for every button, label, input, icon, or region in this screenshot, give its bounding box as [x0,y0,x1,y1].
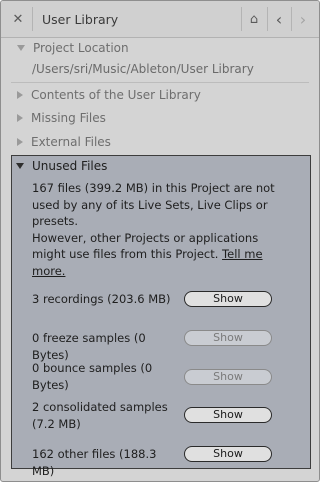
user-library-panel: ✕ User Library ⌂ ‹ › Project Location /U… [0,0,320,482]
row-label: 2 consolidated samples (7.2 MB) [32,400,168,431]
collapsed-triangle-icon [17,91,23,99]
unused-row: 0 freeze samples (0 Bytes) Show [32,330,302,362]
divider [11,82,309,83]
show-other-files-button[interactable]: Show [184,446,272,462]
row-label: 162 other files (188.3 MB) [32,447,157,478]
unused-row: 0 bounce samples (0 Bytes) Show [32,360,302,393]
row-label: 3 recordings (203.6 MB) [32,292,171,306]
unused-row: 2 consolidated samples (7.2 MB) Show [32,399,302,432]
description-text: 167 files (399.2 MB) in this Project are… [32,181,275,228]
collapsed-triangle-icon [17,114,23,122]
close-icon[interactable]: ✕ [7,9,29,29]
section-label: Project Location [33,41,129,55]
show-recordings-button[interactable]: Show [184,291,272,307]
unused-files-section: Unused Files 167 files (399.2 MB) in thi… [11,155,311,478]
header-divider [32,7,33,31]
unused-row: 3 recordings (203.6 MB) Show [32,291,302,307]
panel-header: ✕ User Library ⌂ ‹ › [1,1,319,38]
collapsed-triangle-icon [17,138,23,146]
show-bounce-button[interactable]: Show [184,369,272,385]
forward-icon[interactable]: › [292,9,314,29]
unused-row: 162 other files (188.3 MB) Show [32,446,302,478]
header-divider [241,7,242,31]
section-unused-files[interactable]: Unused Files [16,159,107,173]
unused-description: 167 files (399.2 MB) in this Project are… [32,180,282,279]
section-missing-files[interactable]: Missing Files [17,111,106,125]
project-path: /Users/sri/Music/Ableton/User Library [32,62,254,76]
section-label: Missing Files [31,111,106,125]
row-label: 0 bounce samples (0 Bytes) [32,361,153,392]
home-icon[interactable]: ⌂ [243,9,265,29]
section-label: External Files [31,135,111,149]
panel-title: User Library [42,12,119,27]
show-consolidated-button[interactable]: Show [184,407,272,423]
section-label: Unused Files [32,159,108,173]
expanded-triangle-icon [16,163,24,169]
section-external-files[interactable]: External Files [17,135,111,149]
back-icon[interactable]: ‹ [268,9,290,29]
row-label: 0 freeze samples (0 Bytes) [32,331,146,362]
show-freeze-button[interactable]: Show [184,330,272,346]
section-contents[interactable]: Contents of the User Library [17,88,201,102]
section-project-location[interactable]: Project Location [17,41,129,55]
section-label: Contents of the User Library [31,88,201,102]
expanded-triangle-icon [17,45,25,51]
